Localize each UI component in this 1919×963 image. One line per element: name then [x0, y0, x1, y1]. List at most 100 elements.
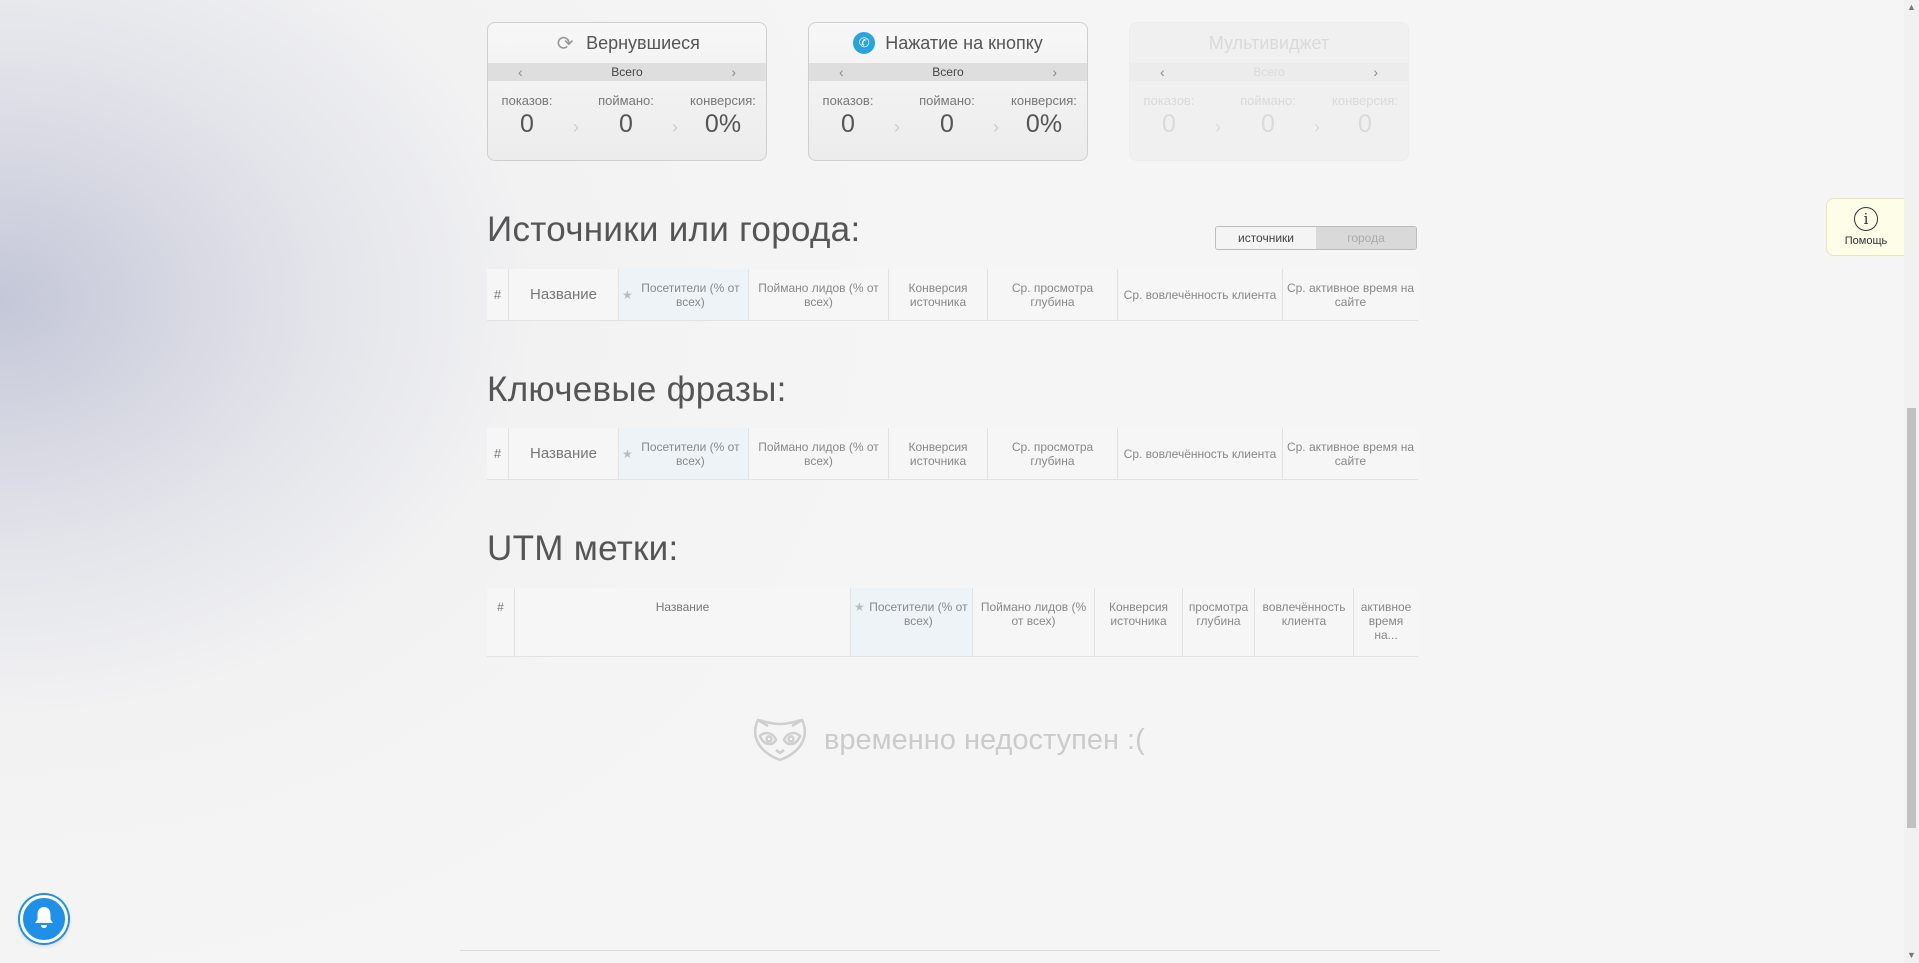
widget-header: Мультивиджет — [1130, 23, 1408, 63]
unavailable-text: временно недоступен :( — [824, 724, 1145, 756]
chevron-left-icon[interactable]: ‹ — [839, 64, 844, 80]
widget-stats: показов: 0 › поймано: 0 › конверсия: 0% — [809, 81, 1087, 161]
widget-header: ✆ Нажатие на кнопку — [809, 23, 1087, 63]
chevron-left-icon[interactable]: ‹ — [518, 64, 523, 80]
arrow-right-icon: › — [894, 117, 900, 137]
col-engagement[interactable]: Ср. вовлечённость клиента — [1118, 428, 1283, 479]
stat-shows-value: 0 — [520, 110, 534, 138]
utm-table-header: # Название ★ Посетители (% от всех) Пойма… — [487, 588, 1418, 657]
phone-icon: ✆ — [853, 32, 876, 54]
col-visitors-label: Посетители (% от всех) — [641, 439, 740, 468]
toggle-cities[interactable]: города — [1316, 227, 1416, 249]
widget-card-multiwidget: Мультивиджет ‹ Всего › показов: 0 › пойм… — [1129, 22, 1409, 161]
stat-shows-label: показов: — [1143, 93, 1195, 108]
page: ⟳ Вернувшиеся ‹ Всего › показов: 0 › пой… — [0, 0, 1919, 963]
sources-title: Источники или города: — [487, 210, 861, 249]
period-label: Всего — [611, 65, 643, 79]
scroll-up-icon[interactable]: ▲ — [1907, 2, 1916, 12]
notification-bell-button[interactable] — [20, 895, 68, 943]
col-conversion[interactable]: Конверсия источника — [889, 428, 988, 479]
widget-title: Мультивиджет — [1208, 32, 1330, 53]
col-visitors[interactable]: ★ Посетители (% от всех) — [619, 269, 749, 320]
stat-shows-value: 0 — [1162, 110, 1176, 138]
widget-card-button-click: ✆ Нажатие на кнопку ‹ Всего › показов: 0… — [808, 22, 1088, 161]
col-engagement[interactable]: Ср. вовлечённость клиента — [1118, 269, 1283, 320]
arrow-right-icon: › — [573, 117, 579, 137]
scrollbar-thumb[interactable] — [1907, 408, 1916, 828]
stat-conversion: конверсия: 0% — [678, 93, 768, 139]
scroll-down-icon[interactable]: ▼ — [1907, 950, 1916, 960]
col-active-time[interactable]: активное время на... — [1354, 588, 1418, 656]
unavailable-notice: временно недоступен :( — [750, 712, 1145, 769]
period-nav: ‹ Всего › — [809, 63, 1087, 81]
stat-conversion-label: конверсия: — [1332, 93, 1398, 108]
col-visitors[interactable]: ★ Посетители (% от всех) — [851, 588, 973, 656]
arrow-right-icon: › — [1215, 117, 1221, 137]
bell-icon — [33, 905, 55, 934]
stat-caught: поймано: 0 — [1223, 93, 1313, 139]
col-visitors-label: Посетители (% от всех) — [641, 280, 740, 309]
stat-caught-value: 0 — [619, 110, 633, 138]
star-icon: ★ — [622, 446, 633, 461]
col-conversion[interactable]: Конверсия источника — [1095, 588, 1183, 656]
divider — [460, 950, 1440, 951]
stat-shows: показов: 0 — [1124, 93, 1214, 139]
period-nav: ‹ Всего › — [488, 63, 766, 81]
col-depth[interactable]: Ср. просмотра глубина — [988, 269, 1118, 320]
col-visitors[interactable]: ★ Посетители (% от всех) — [619, 428, 749, 479]
col-name[interactable]: Название — [515, 588, 851, 656]
col-active-time[interactable]: Ср. активное время на сайте — [1283, 269, 1418, 320]
widget-header: ⟳ Вернувшиеся — [488, 23, 766, 63]
col-active-time[interactable]: Ср. активное время на сайте — [1283, 428, 1418, 479]
info-icon: i — [1854, 207, 1878, 231]
stat-caught-label: поймано: — [598, 93, 654, 108]
col-index[interactable]: # — [487, 588, 515, 656]
period-label: Всего — [1253, 65, 1285, 79]
col-name[interactable]: Название — [509, 428, 619, 479]
stat-caught: поймано: 0 — [581, 93, 671, 139]
stat-shows-label: показов: — [822, 93, 874, 108]
period-label: Всего — [932, 65, 964, 79]
help-label: Помощь — [1844, 235, 1888, 247]
stat-conversion-value: 0% — [1025, 110, 1063, 138]
stat-caught-label: поймано: — [919, 93, 975, 108]
stat-conversion: конверсия: 0 — [1320, 93, 1410, 139]
stat-caught-label: поймано: — [1240, 93, 1296, 108]
stat-caught: поймано: 0 — [902, 93, 992, 139]
chevron-right-icon[interactable]: › — [731, 64, 736, 80]
stat-shows: показов: 0 — [482, 93, 572, 139]
widget-stats: показов: 0 › поймано: 0 › конверсия: 0% — [488, 81, 766, 161]
col-leads[interactable]: Поймано лидов (% от всех) — [749, 428, 889, 479]
star-icon: ★ — [854, 600, 865, 614]
keywords-table-header: # Название ★ Посетители (% от всех) Пойма… — [487, 428, 1418, 480]
widget-card-returning: ⟳ Вернувшиеся ‹ Всего › показов: 0 › пой… — [487, 22, 767, 161]
col-index[interactable]: # — [487, 269, 509, 320]
keywords-title: Ключевые фразы: — [487, 370, 787, 409]
scrollbar[interactable]: ▲ ▼ — [1904, 0, 1919, 963]
toggle-sources[interactable]: источники — [1216, 227, 1316, 249]
stat-conversion-value: 0% — [704, 110, 742, 138]
sources-table-header: # Название ★ Посетители (% от всех) Пойма… — [487, 269, 1418, 321]
col-depth[interactable]: Ср. просмотра глубина — [988, 428, 1118, 479]
widget-title: Вернувшиеся — [586, 32, 700, 53]
col-leads[interactable]: Поймано лидов (% от всех) — [749, 269, 889, 320]
col-name[interactable]: Название — [509, 269, 619, 320]
col-index[interactable]: # — [487, 428, 509, 479]
period-nav: ‹ Всего › — [1130, 63, 1408, 81]
chevron-right-icon[interactable]: › — [1052, 64, 1057, 80]
utm-title: UTM метки: — [487, 529, 679, 568]
chevron-left-icon: ‹ — [1160, 64, 1165, 80]
stat-conversion: конверсия: 0% — [999, 93, 1089, 139]
chevron-right-icon: › — [1373, 64, 1378, 80]
widget-stats: показов: 0 › поймано: 0 › конверсия: 0 — [1130, 81, 1408, 161]
stat-caught-value: 0 — [940, 110, 954, 138]
sources-cities-toggle: источники города — [1215, 226, 1417, 250]
col-conversion[interactable]: Конверсия источника — [889, 269, 988, 320]
help-button[interactable]: i Помощь — [1826, 198, 1906, 256]
col-engagement[interactable]: вовлечённость клиента — [1255, 588, 1354, 656]
stat-conversion-label: конверсия: — [690, 93, 756, 108]
col-depth[interactable]: просмотра глубина — [1183, 588, 1255, 656]
col-leads[interactable]: Поймано лидов (% от всех) — [973, 588, 1095, 656]
col-visitors-label: Посетители (% от всех) — [869, 600, 968, 628]
stat-conversion-label: конверсия: — [1011, 93, 1077, 108]
